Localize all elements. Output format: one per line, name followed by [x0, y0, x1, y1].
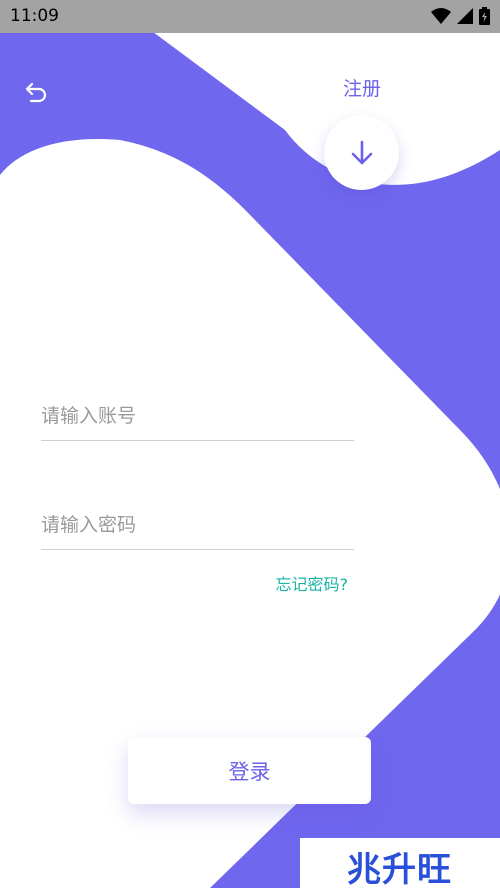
arrow-down-button[interactable]: [324, 115, 399, 190]
watermark-logo: 兆升旺: [347, 842, 457, 890]
password-input[interactable]: [41, 505, 354, 545]
password-field: [41, 505, 354, 550]
arrow-down-icon: [351, 140, 372, 164]
status-bar: 11:09: [0, 0, 500, 33]
wifi-icon: [431, 8, 451, 24]
account-input[interactable]: [41, 396, 354, 436]
watermark-text: 兆升旺: [347, 850, 452, 890]
cellular-signal-icon: [457, 8, 473, 24]
back-button[interactable]: [22, 78, 50, 106]
undo-arrow-icon: [25, 82, 47, 103]
register-link[interactable]: 注册: [332, 74, 392, 102]
status-time: 11:09: [10, 6, 59, 26]
battery-icon: [479, 7, 490, 25]
account-field: [41, 396, 354, 441]
forgot-password-link[interactable]: 忘记密码?: [250, 571, 349, 595]
status-icons: [431, 7, 490, 25]
login-button[interactable]: 登录: [128, 737, 371, 804]
